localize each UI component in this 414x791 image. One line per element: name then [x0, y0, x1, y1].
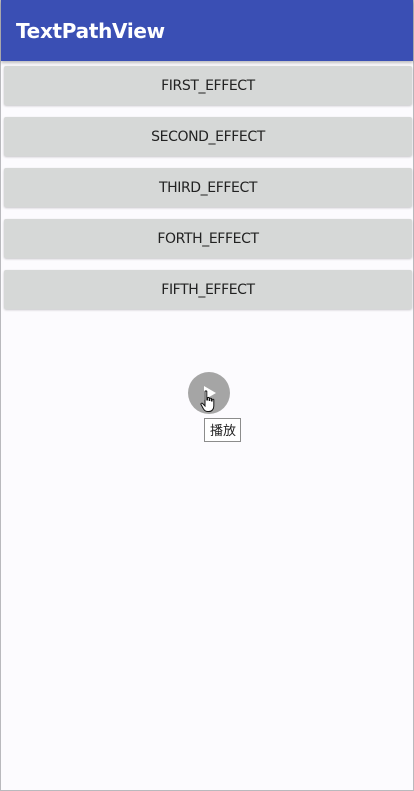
hand-pointer-icon: [200, 390, 215, 412]
app-bar: TextPathView: [1, 0, 413, 61]
third-effect-button[interactable]: THIRD_EFFECT: [4, 168, 412, 207]
forth-effect-button[interactable]: FORTH_EFFECT: [4, 219, 412, 258]
second-effect-button[interactable]: SECOND_EFFECT: [4, 117, 412, 156]
play-tooltip: 播放: [204, 418, 242, 442]
app-screen: TextPathView FIRST_EFFECT SECOND_EFFECT …: [0, 0, 414, 791]
app-title: TextPathView: [16, 18, 165, 43]
effect-button-list: FIRST_EFFECT SECOND_EFFECT THIRD_EFFECT …: [4, 66, 412, 321]
first-effect-button[interactable]: FIRST_EFFECT: [4, 66, 412, 105]
video-player: [188, 372, 230, 414]
fifth-effect-button[interactable]: FIFTH_EFFECT: [4, 270, 412, 309]
